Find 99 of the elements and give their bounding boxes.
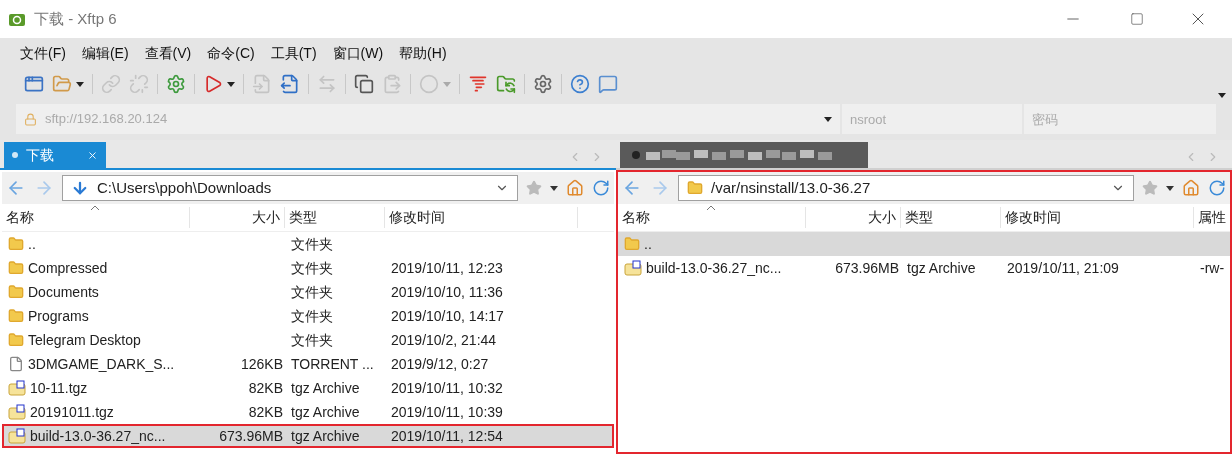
table-cell-text: Documents: [28, 282, 99, 302]
options-icon[interactable]: [533, 74, 553, 94]
file-row[interactable]: build-13.0-36.27_nc... 673.96MB tgz Archive 2019/10/11, 12:54: [2, 424, 614, 448]
folder-icon: [8, 284, 24, 300]
table-cell-text: ..: [28, 234, 36, 254]
table-cell-text: 2019/10/11, 10:39: [391, 402, 503, 422]
path-field[interactable]: C:\Users\ppoh\Downloads: [62, 175, 518, 201]
table-cell-text: 82KB: [248, 402, 283, 422]
copy-icon[interactable]: [354, 74, 374, 94]
table-cell-text: 2019/9/12, 0:27: [391, 354, 489, 374]
table-cell-text: 2019/10/2, 21:44: [391, 330, 497, 350]
file-icon: [8, 356, 24, 372]
table-cell-text: tgz Archive: [291, 402, 360, 422]
menu-item[interactable]: 编辑(E): [81, 42, 129, 64]
table-cell-text: 673.96MB: [219, 426, 283, 446]
star-icon[interactable]: [1142, 180, 1158, 196]
new-icon[interactable]: [24, 74, 44, 94]
table-cell-text: build-13.0-36.27_nc...: [30, 426, 166, 446]
table-cell-text: 2019/10/10, 14:17: [391, 306, 504, 326]
properties-icon[interactable]: [166, 74, 186, 94]
table-cell-text: 2019/10/11, 12:54: [391, 426, 503, 446]
table-cell-text: 文件夹: [291, 258, 333, 278]
table-cell-text: 2019/10/11, 12:23: [391, 258, 503, 278]
feedback-icon[interactable]: [598, 74, 618, 94]
caret-icon[interactable]: [76, 81, 84, 87]
column-header[interactable]: 类型: [285, 207, 385, 228]
refresh-icon[interactable]: [592, 179, 610, 197]
column-header[interactable]: 修改时间: [385, 207, 578, 228]
table-cell-text: Telegram Desktop: [28, 330, 141, 350]
table-cell-text: 82KB: [248, 378, 283, 398]
star-icon[interactable]: [526, 180, 542, 196]
tab[interactable]: [620, 142, 868, 168]
home-icon[interactable]: [1182, 179, 1200, 197]
table-cell-text: build-13.0-36.27_nc...: [646, 258, 782, 278]
folder-icon: [8, 236, 24, 252]
menu-item[interactable]: 文件(F): [20, 42, 66, 64]
menu-item[interactable]: 窗口(W): [332, 42, 384, 64]
help-icon[interactable]: [570, 74, 590, 94]
menu-item[interactable]: 命令(C): [207, 42, 255, 64]
column-header[interactable]: 大小: [190, 207, 285, 228]
table-cell-text: 673.96MB: [835, 258, 899, 278]
archive-file-icon: [624, 260, 642, 276]
table-cell-text: Compressed: [28, 258, 108, 278]
path-text: C:\Users\ppoh\Downloads: [97, 177, 273, 198]
column-header[interactable]: 类型: [901, 207, 1001, 228]
column-header[interactable]: 名称: [2, 207, 190, 228]
tab[interactable]: 下载: [4, 142, 106, 168]
folder-icon: [8, 308, 24, 324]
window-title: 下载 - Xftp 6: [34, 8, 118, 29]
download-icon[interactable]: [280, 74, 300, 94]
table-cell-text: 20191011.tgz: [30, 402, 114, 422]
table-cell-text: 126KB: [240, 354, 283, 374]
host-text: sftp://192.168.20.124: [45, 110, 169, 129]
home-icon[interactable]: [566, 179, 584, 197]
maximize-icon[interactable]: [1130, 12, 1144, 26]
archive-file-icon: [8, 404, 26, 420]
path-field[interactable]: /var/nsinstall/13.0-36.27: [678, 175, 1134, 201]
folder-icon: [8, 332, 24, 348]
overflow-caret-icon[interactable]: [1218, 93, 1226, 98]
table-cell-text: Programs: [28, 306, 89, 326]
file-row[interactable]: ..: [618, 232, 1230, 256]
caret-icon[interactable]: [227, 81, 235, 87]
column-header[interactable]: 属性: [1194, 207, 1232, 228]
table-cell-text: 2019/10/11, 21:09: [1007, 258, 1119, 278]
table-cell-text: 文件夹: [291, 234, 333, 254]
password-field[interactable]: 密码: [1024, 104, 1216, 134]
close-icon[interactable]: [87, 149, 98, 161]
dropdown-icon[interactable]: [824, 116, 832, 122]
column-header[interactable]: 大小: [806, 207, 901, 228]
app-logo-icon: [8, 11, 26, 27]
caret-icon[interactable]: [550, 185, 558, 191]
caret-icon[interactable]: [1166, 185, 1174, 191]
lock-icon: [24, 112, 37, 126]
media-icon[interactable]: [203, 74, 223, 94]
table-cell-text: tgz Archive: [907, 258, 976, 278]
table-cell-text: ..: [644, 234, 652, 254]
table-cell-text: 10-11.tgz: [30, 378, 88, 398]
table-cell-text: TORRENT ...: [291, 354, 374, 374]
column-header[interactable]: 名称: [618, 207, 806, 228]
table-cell-text: 文件夹: [291, 306, 333, 326]
table-cell-text: 3DMGAME_DARK_S...: [28, 354, 175, 374]
table-cell-text: 文件夹: [291, 282, 333, 302]
table-cell-text: tgz Archive: [291, 378, 360, 398]
archive-file-icon: [8, 428, 26, 444]
folder-icon: [624, 236, 640, 252]
table-cell-text: tgz Archive: [291, 426, 360, 446]
folder-icon: [8, 260, 24, 276]
table-cell-text: 2019/10/10, 11:36: [391, 282, 503, 302]
refresh-icon[interactable]: [1208, 179, 1226, 197]
column-header[interactable]: 修改时间: [1001, 207, 1194, 228]
username-field[interactable]: nsroot: [842, 104, 1022, 134]
menu-item[interactable]: 工具(T): [270, 42, 317, 64]
menu-item[interactable]: 查看(V): [144, 42, 192, 64]
path-text: /var/nsinstall/13.0-36.27: [711, 177, 872, 198]
archive-file-icon: [8, 380, 26, 396]
menu-item[interactable]: 帮助(H): [399, 42, 447, 64]
table-cell-text: 文件夹: [291, 330, 333, 350]
table-cell-text: 2019/10/11, 10:32: [391, 378, 503, 398]
table-cell-text: -rw-: [1200, 258, 1225, 278]
